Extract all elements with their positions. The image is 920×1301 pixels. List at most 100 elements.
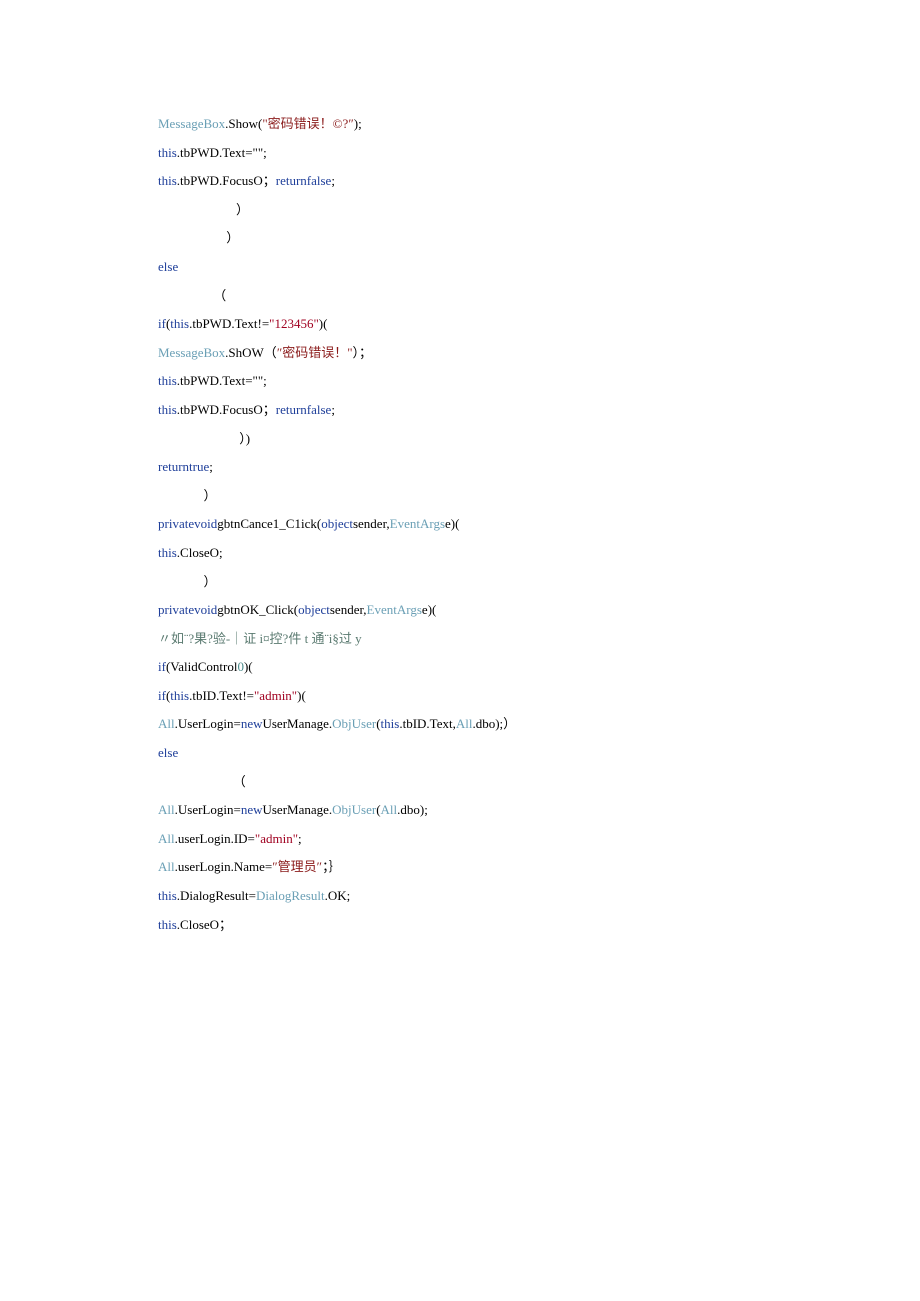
code-token: this (158, 545, 177, 560)
code-token: e)( (422, 602, 436, 617)
code-token: gbtnCance1_C1ick( (217, 516, 321, 531)
code-token: .userLogin.Name= (175, 859, 273, 874)
code-token: ; (331, 173, 335, 188)
code-token: .Show( (225, 116, 262, 131)
code-token: All (158, 716, 175, 731)
code-token: All (456, 716, 473, 731)
code-token: .tbPWD.Text=""; (177, 373, 267, 388)
code-line: this.tbPWD.Text=""; (158, 139, 840, 168)
code-token: gbtnOK_Click( (217, 602, 298, 617)
code-line: ） (158, 196, 840, 225)
code-token: "admin" (255, 831, 298, 846)
code-token: .ShOW（ (225, 345, 277, 360)
code-line: if(this.tbID.Text!="admin")( (158, 682, 840, 711)
code-token: this (158, 373, 177, 388)
code-line: privatevoidgbtnOK_Click(objectsender,Eve… (158, 596, 840, 625)
code-token: this (158, 173, 177, 188)
code-token: .CloseO； (177, 917, 232, 932)
code-token: .tbID.Text, (399, 716, 456, 731)
code-token: ObjUser (332, 802, 376, 817)
code-token: .UserLogin= (175, 802, 241, 817)
code-token: this (170, 316, 189, 331)
code-line: this.CloseO； (158, 911, 840, 940)
code-token: ）； (353, 345, 373, 360)
code-token: UserManage. (262, 802, 332, 817)
code-line: else (158, 739, 840, 768)
code-token: sender, (330, 602, 367, 617)
code-token: )( (319, 316, 328, 331)
code-token: MessageBox (158, 345, 225, 360)
code-token: (ValidControl (166, 659, 238, 674)
code-token: .tbPWD.Text=""; (177, 145, 267, 160)
code-token: object (321, 516, 353, 531)
code-token: .tbPWD.Text!= (189, 316, 269, 331)
code-line: （ (158, 282, 840, 311)
code-token: All (158, 859, 175, 874)
code-token: .CloseO; (177, 545, 223, 560)
code-token: if (158, 316, 166, 331)
code-line: privatevoidgbtnCance1_C1ick(objectsender… (158, 510, 840, 539)
code-token: new (241, 802, 263, 817)
code-token: （ (158, 288, 226, 303)
code-token: All (158, 802, 175, 817)
code-token: ；｝ (322, 859, 342, 874)
code-token: ); (354, 116, 362, 131)
code-token: returnfalse (276, 402, 332, 417)
code-token: else (158, 259, 178, 274)
code-token: )( (244, 659, 253, 674)
code-token: EventArgs (367, 602, 422, 617)
code-token: ″密码错误！" (277, 345, 353, 360)
code-line: ） (158, 568, 840, 597)
code-token: if (158, 688, 166, 703)
code-line: 〃如¨?果?验-｜证 i¤控?件 t 通¨i§过 y (158, 625, 840, 654)
code-token: this (170, 688, 189, 703)
code-token: this (381, 716, 400, 731)
code-line: All.userLogin.Name=″管理员″；｝ (158, 853, 840, 882)
code-line: MessageBox.Show("密码错误！©?″); (158, 110, 840, 139)
code-token: ）) (158, 431, 250, 446)
code-line: ） (158, 482, 840, 511)
code-line: All.UserLogin=newUserManage.ObjUser(All.… (158, 796, 840, 825)
code-token: ″管理员″ (272, 859, 322, 874)
code-token: else (158, 745, 178, 760)
code-token: ; (331, 402, 335, 417)
code-line: this.DialogResult=DialogResult.OK; (158, 882, 840, 911)
code-token: MessageBox (158, 116, 225, 131)
code-line: All.UserLogin=newUserManage.ObjUser(this… (158, 710, 840, 739)
code-token: returnfalse (276, 173, 332, 188)
code-line: this.tbPWD.FocusO；returnfalse; (158, 167, 840, 196)
code-line: All.userLogin.ID="admin"; (158, 825, 840, 854)
code-token: ; (209, 459, 213, 474)
code-token: DialogResult (256, 888, 325, 903)
code-line: else (158, 253, 840, 282)
code-line: ）) (158, 425, 840, 454)
code-token: .DialogResult= (177, 888, 256, 903)
code-token: .tbPWD.FocusO； (177, 402, 276, 417)
code-line: if(ValidControl0)( (158, 653, 840, 682)
code-line: returntrue; (158, 453, 840, 482)
code-token: if (158, 659, 166, 674)
code-line: if(this.tbPWD.Text!="123456")( (158, 310, 840, 339)
code-token: e)( (445, 516, 459, 531)
code-token: "admin" (254, 688, 297, 703)
code-token: .tbPWD.FocusO； (177, 173, 276, 188)
code-line: （ (158, 768, 840, 797)
code-token: All (158, 831, 175, 846)
code-token: new (241, 716, 263, 731)
code-token: this (158, 402, 177, 417)
code-token: ） (158, 574, 217, 589)
code-token: this (158, 145, 177, 160)
code-token: .dbo);） (472, 716, 516, 731)
code-token: .tbID.Text!= (189, 688, 254, 703)
code-line: this.tbPWD.FocusO；returnfalse; (158, 396, 840, 425)
code-line: ） (158, 224, 840, 253)
code-token: privatevoid (158, 602, 217, 617)
code-token: this (158, 917, 177, 932)
code-token: .UserLogin= (175, 716, 241, 731)
code-token: 〃如¨?果?验-｜证 i¤控?件 t 通¨i§过 y (158, 631, 362, 646)
code-token: ObjUser (332, 716, 376, 731)
code-token: .userLogin.ID= (175, 831, 255, 846)
code-line: MessageBox.ShOW（″密码错误！"）； (158, 339, 840, 368)
code-token: returntrue (158, 459, 209, 474)
code-token: （ (158, 774, 246, 789)
